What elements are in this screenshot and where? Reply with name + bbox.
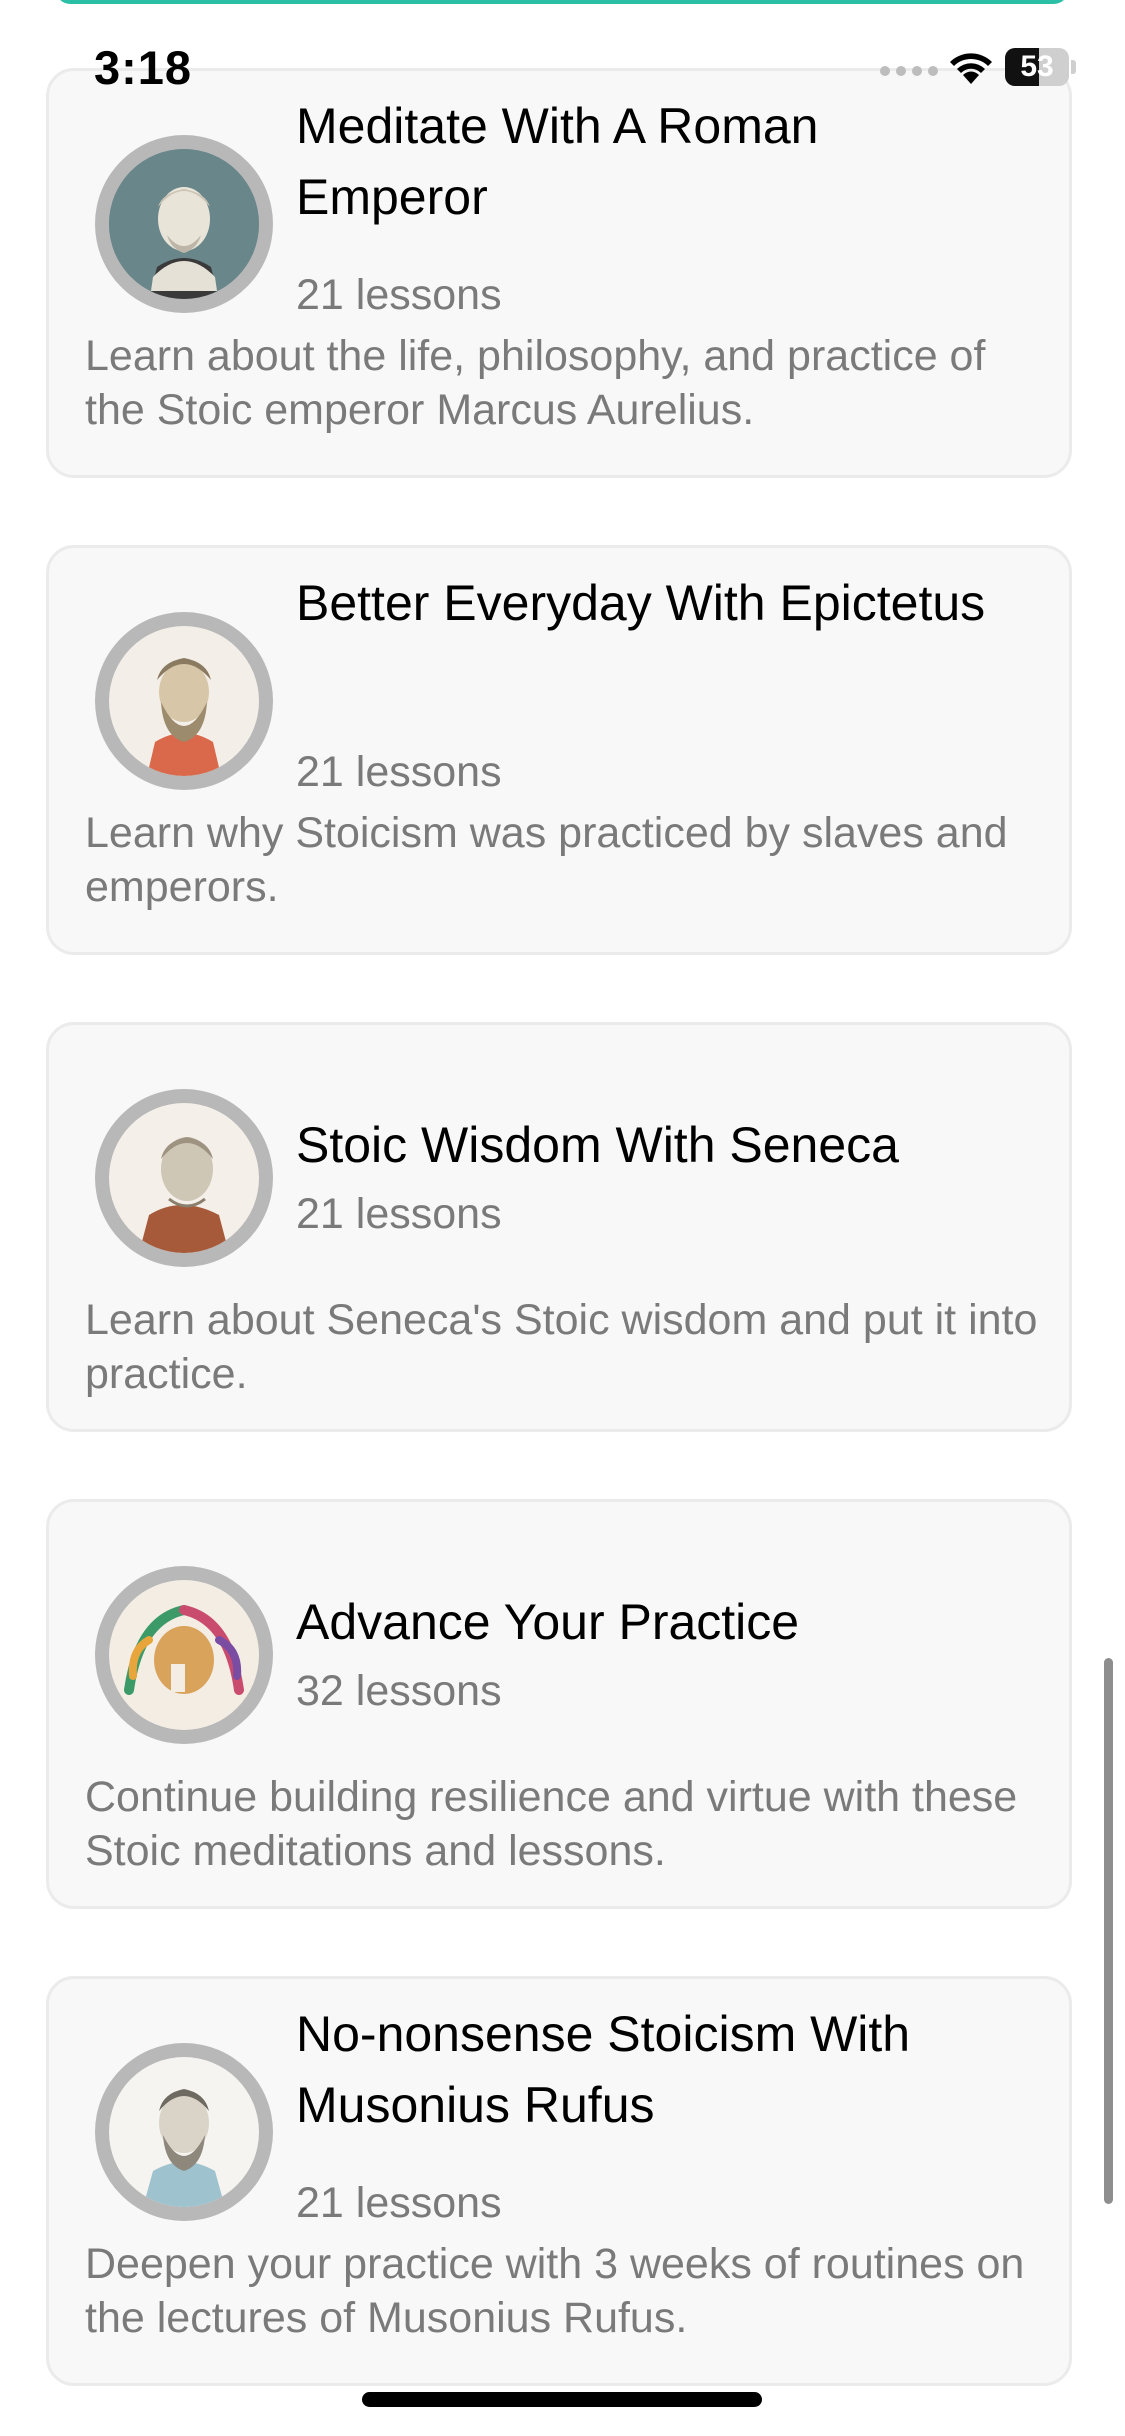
course-image-musonius-rufus — [95, 2043, 273, 2221]
course-description: Learn about the life, philosophy, and pr… — [85, 332, 986, 434]
course-title: Stoic Wisdom With Seneca — [296, 1117, 899, 1173]
bust-icon — [109, 1103, 259, 1253]
home-indicator[interactable] — [362, 2392, 762, 2407]
course-description: Deepen your practice with 3 weeks of rou… — [85, 2240, 1025, 2342]
course-image-epictetus — [95, 612, 273, 790]
course-lessons: 21 lessons — [296, 1190, 502, 1238]
course-title: Better Everyday With Epictetus — [296, 575, 986, 631]
battery-level: 53 — [1020, 50, 1054, 83]
course-description: Learn about Seneca's Stoic wisdom and pu… — [85, 1296, 1038, 1398]
scroll-indicator[interactable] — [1104, 1658, 1113, 2204]
course-lessons: 21 lessons — [296, 271, 502, 319]
bust-icon — [109, 149, 259, 299]
course-lessons: 21 lessons — [296, 748, 502, 796]
status-time: 3:18 — [94, 41, 193, 94]
course-card[interactable]: No-nonsense Stoicism With Musonius Rufus… — [46, 1976, 1072, 2386]
course-card[interactable]: Better Everyday With Epictetus 21 lesson… — [46, 545, 1072, 955]
battery-icon: 53 — [1005, 48, 1077, 86]
course-title: No-nonsense Stoicism With Musonius Rufus — [296, 2006, 911, 2133]
wifi-icon — [950, 53, 992, 84]
course-card[interactable]: Stoic Wisdom With Seneca 21 lessons Lear… — [46, 1022, 1072, 1432]
course-image-advance-practice — [95, 1566, 273, 1744]
bust-icon — [109, 2057, 259, 2207]
course-card[interactable]: Advance Your Practice 32 lessons Continu… — [46, 1499, 1072, 1909]
course-lessons: 21 lessons — [296, 2179, 502, 2227]
course-description: Continue building resilience and virtue … — [85, 1773, 1018, 1875]
course-image-seneca — [95, 1089, 273, 1267]
status-bar: 3:18 53 — [0, 0, 1125, 130]
course-lessons: 32 lessons — [296, 1667, 502, 1715]
course-description: Learn why Stoicism was practiced by slav… — [85, 809, 1008, 911]
cellular-signal-icon — [880, 66, 938, 76]
course-image-marcus-aurelius — [95, 135, 273, 313]
bust-icon — [109, 626, 259, 776]
helmet-icon — [109, 1580, 259, 1730]
course-title: Advance Your Practice — [296, 1594, 800, 1650]
